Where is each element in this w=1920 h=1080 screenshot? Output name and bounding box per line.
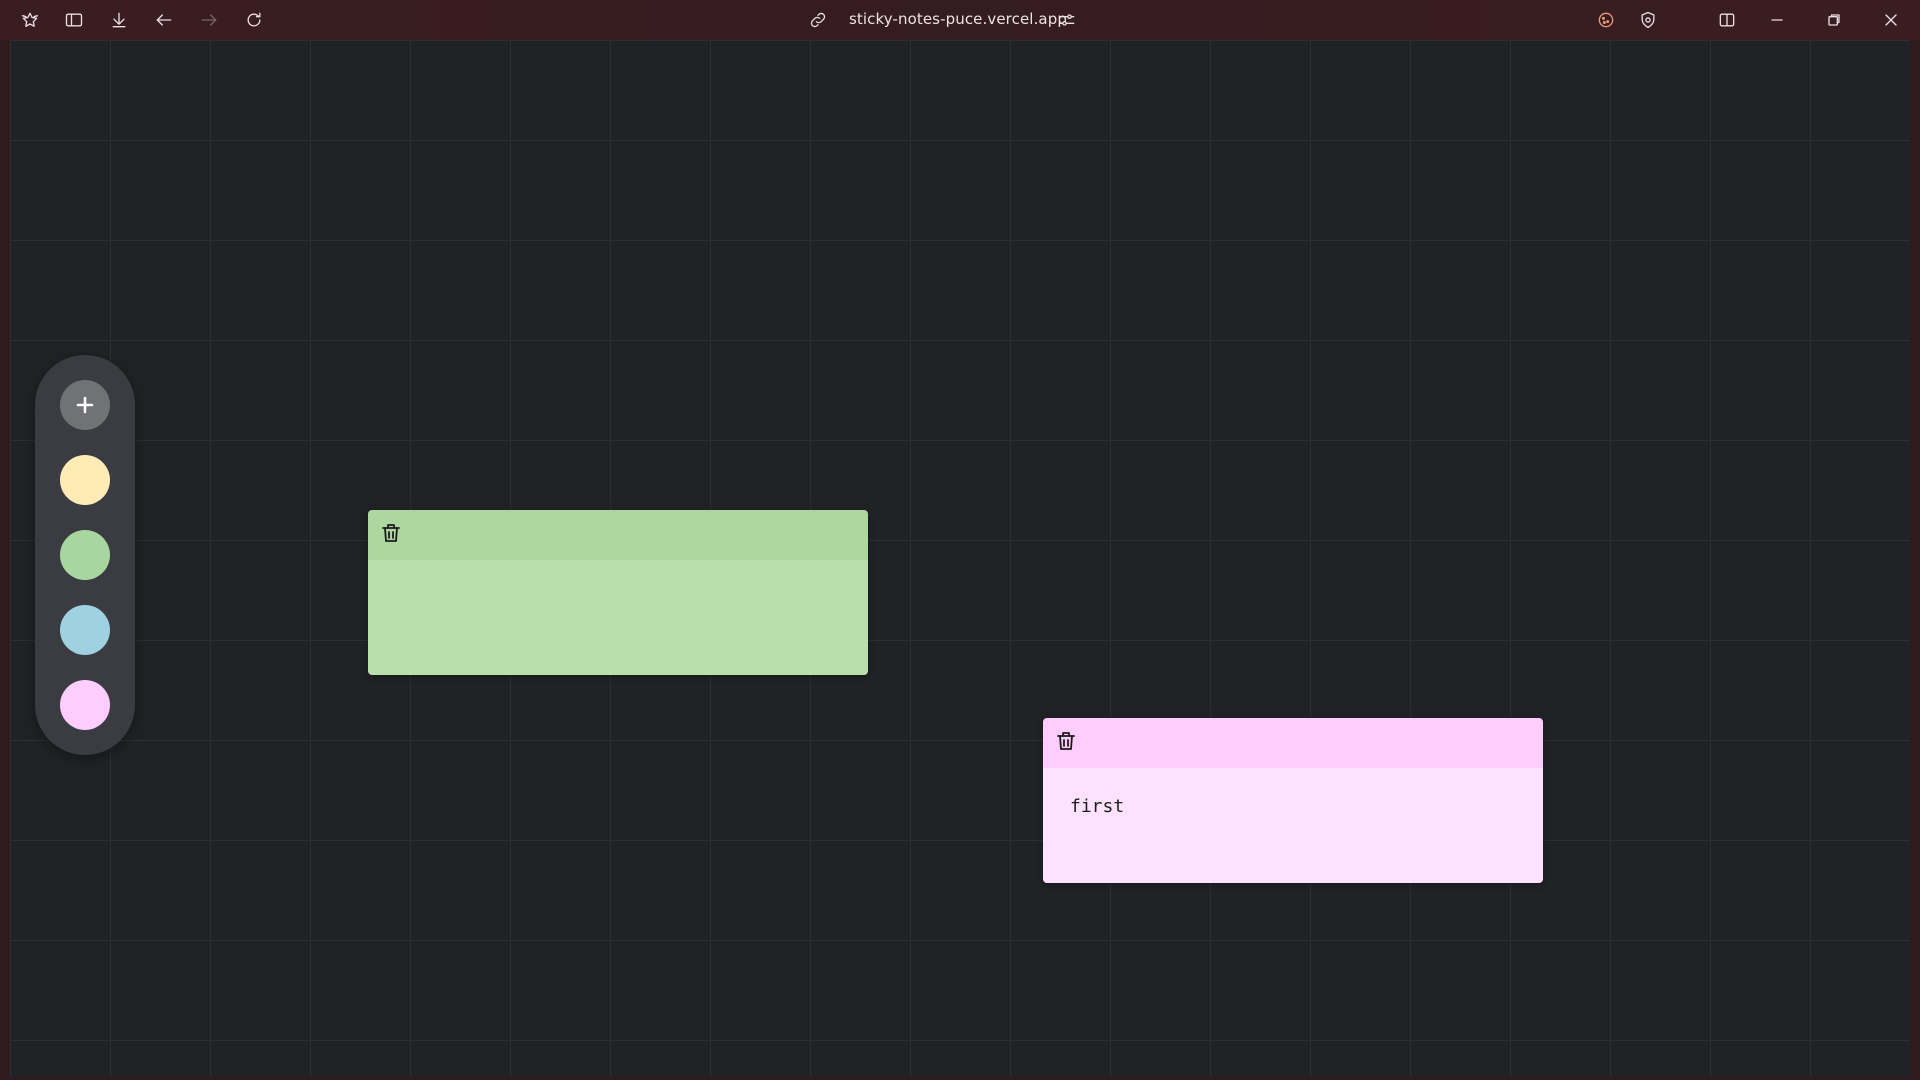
note-header[interactable] — [368, 510, 868, 560]
sticky-notes-board[interactable]: first — [10, 40, 1910, 1077]
color-palette — [35, 355, 135, 755]
reload-icon[interactable] — [241, 7, 267, 33]
back-icon[interactable] — [151, 7, 177, 33]
color-swatch-green[interactable] — [60, 530, 110, 580]
trash-icon[interactable] — [1052, 727, 1080, 755]
trash-icon[interactable] — [377, 519, 405, 547]
color-swatch-blue[interactable] — [60, 605, 110, 655]
browser-logo-icon[interactable] — [17, 7, 43, 33]
color-swatch-pink[interactable] — [60, 680, 110, 730]
forward-icon[interactable] — [196, 7, 222, 33]
note-textarea[interactable]: first — [1043, 768, 1543, 883]
sticky-note[interactable]: first — [1043, 718, 1543, 883]
split-view-icon[interactable] — [1714, 7, 1740, 33]
sidebar-toggle-icon[interactable] — [61, 7, 87, 33]
sticky-note[interactable] — [368, 510, 868, 675]
note-header[interactable] — [1043, 718, 1543, 768]
address-bar-url[interactable]: sticky-notes-puce.vercel.app — [849, 10, 1067, 28]
site-settings-icon[interactable] — [1054, 7, 1080, 33]
link-icon[interactable] — [805, 7, 831, 33]
minimize-icon[interactable] — [1764, 7, 1790, 33]
add-note-button[interactable] — [60, 380, 110, 430]
close-icon[interactable] — [1878, 7, 1904, 33]
browser-titlebar: sticky-notes-puce.vercel.app — [0, 0, 1920, 40]
color-swatch-yellow[interactable] — [60, 455, 110, 505]
restore-icon[interactable] — [1821, 7, 1847, 33]
plus-icon — [76, 396, 94, 414]
shield-icon[interactable] — [1635, 7, 1661, 33]
note-textarea[interactable] — [368, 560, 868, 675]
cookie-icon[interactable] — [1593, 7, 1619, 33]
download-icon[interactable] — [106, 7, 132, 33]
